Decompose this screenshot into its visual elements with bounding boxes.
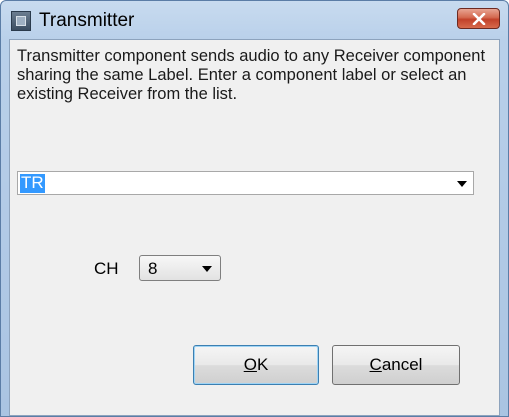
ok-button[interactable]: OK xyxy=(193,345,319,385)
description-text: Transmitter component sends audio to any… xyxy=(17,47,486,103)
cancel-button[interactable]: Cancel xyxy=(332,345,460,385)
chevron-down-icon[interactable] xyxy=(457,181,467,187)
title-bar[interactable]: Transmitter xyxy=(1,1,508,39)
cancel-mnemonic: C xyxy=(369,355,382,374)
app-icon xyxy=(11,11,31,31)
chevron-down-icon xyxy=(202,266,212,272)
close-button[interactable] xyxy=(457,8,500,29)
dialog-window: Transmitter Transmitter component sends … xyxy=(0,0,509,417)
ok-mnemonic: O xyxy=(243,355,257,374)
channel-value: 8 xyxy=(148,259,158,278)
window-title: Transmitter xyxy=(39,10,135,31)
ok-label-rest: K xyxy=(256,355,269,374)
label-input[interactable] xyxy=(19,173,443,193)
label-combobox[interactable] xyxy=(17,171,474,195)
cancel-label-rest: ancel xyxy=(381,355,423,374)
channel-select[interactable]: 8 xyxy=(139,255,221,281)
close-icon xyxy=(472,13,486,25)
channel-label: CH xyxy=(94,259,119,278)
